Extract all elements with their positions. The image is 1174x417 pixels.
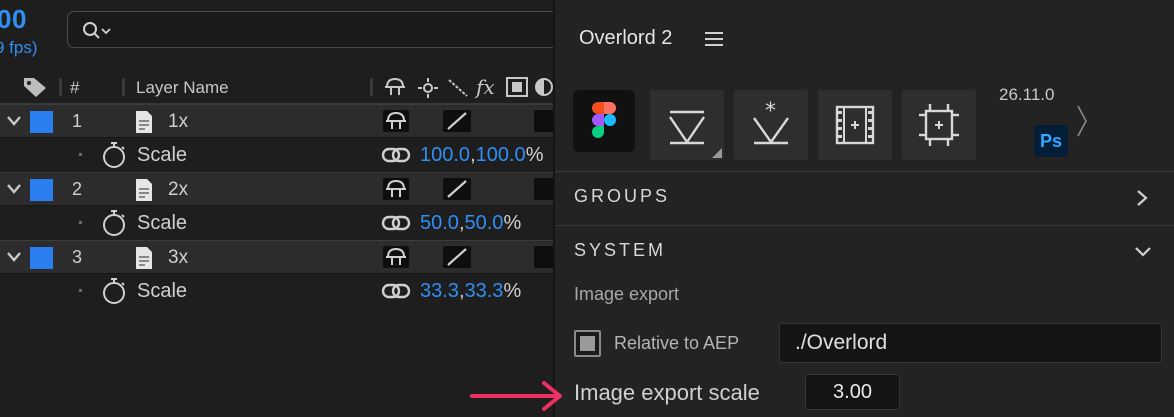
groups-section-header[interactable]: GROUPS	[574, 186, 670, 207]
hamburger-menu-icon[interactable]	[705, 31, 723, 47]
quality-slash-icon	[447, 248, 467, 266]
shy-switch[interactable]	[383, 110, 409, 132]
timeline-panel: 00 9 fps) # Layer Name	[0, 0, 553, 417]
overlord-panel: Overlord 2 * 26.11.0 Ps GROUPS SYSTEM Im…	[553, 0, 1174, 417]
system-section-header[interactable]: SYSTEM	[574, 240, 666, 261]
layer-row[interactable]: 1 1x	[0, 104, 553, 138]
property-row[interactable]: Scale 100.0,100.0%	[0, 138, 553, 172]
timeline-column-header: # Layer Name fx	[0, 70, 553, 104]
shy-switch[interactable]	[383, 178, 409, 200]
annotation-arrow-icon	[470, 381, 562, 411]
chevron-down-icon[interactable]	[6, 251, 22, 263]
relative-to-aep-label: Relative to AEP	[614, 333, 740, 353]
scale-value[interactable]: 33.3,33.3%	[420, 280, 521, 303]
spark-tool-icon: *	[753, 99, 789, 145]
layer-number: 1	[72, 111, 83, 131]
constrain-link-icon[interactable]	[381, 283, 411, 299]
property-name: Scale	[137, 280, 188, 302]
quality-switch[interactable]	[443, 110, 471, 132]
effects-fx-icon[interactable]: fx	[476, 75, 495, 99]
image-export-scale-label: Image export scale	[574, 380, 760, 405]
version-label: 26.11.0	[999, 85, 1055, 104]
relative-to-aep-checkbox[interactable]	[574, 330, 601, 357]
quality-switch[interactable]	[443, 246, 471, 268]
quality-switch[interactable]	[443, 178, 471, 200]
panel-title: Overlord 2	[579, 27, 673, 49]
property-row[interactable]: Scale 33.3,33.3%	[0, 274, 553, 308]
adjustment-layer-icon[interactable]	[533, 77, 553, 97]
shy-switch-icon[interactable]	[384, 77, 406, 97]
shy-switch[interactable]	[383, 246, 409, 268]
film-frame-icon	[835, 105, 875, 145]
chevron-down-icon[interactable]	[6, 115, 22, 127]
constrain-link-icon[interactable]	[381, 215, 411, 231]
chevron-down-icon[interactable]	[1133, 245, 1153, 259]
layer-row[interactable]: 3 3x	[0, 240, 553, 274]
artboard-button[interactable]	[902, 90, 976, 160]
layer-search-input[interactable]	[67, 11, 553, 48]
triangle-tool-icon	[669, 110, 722, 158]
shy-switch-icon	[386, 247, 406, 265]
layer-label-color[interactable]	[30, 179, 53, 201]
scale-value[interactable]: 50.0,50.0%	[420, 212, 521, 235]
column-layer-name[interactable]: Layer Name	[136, 78, 229, 98]
artboard-icon	[919, 104, 959, 146]
column-hash: #	[70, 78, 80, 97]
chevron-right-icon[interactable]	[1135, 188, 1149, 208]
image-export-heading: Image export	[574, 284, 680, 304]
effects-switch[interactable]	[534, 178, 553, 200]
spark-tool-button[interactable]: *	[734, 90, 808, 160]
image-file-icon	[136, 111, 152, 133]
chevron-right-icon[interactable]	[1075, 104, 1089, 138]
layer-name[interactable]: 3x	[168, 247, 188, 269]
photoshop-badge[interactable]: Ps	[1034, 125, 1068, 157]
constrain-link-icon[interactable]	[381, 147, 411, 163]
shy-switch-icon	[386, 111, 406, 129]
property-row[interactable]: Scale 50.0,50.0%	[0, 206, 553, 240]
figma-button[interactable]	[573, 90, 635, 152]
stopwatch-icon[interactable]	[101, 209, 127, 237]
chevron-down-icon[interactable]	[6, 183, 22, 195]
layer-row[interactable]: 2 2x	[0, 172, 553, 206]
quality-slash-icon[interactable]	[447, 78, 469, 98]
layer-label-color[interactable]	[30, 247, 53, 269]
export-path-input[interactable]: ./Overlord	[779, 323, 1162, 363]
stopwatch-icon[interactable]	[101, 277, 127, 305]
layer-number: 2	[72, 179, 83, 199]
image-export-scale-input[interactable]: 3.00	[805, 374, 900, 410]
svg-text:*: *	[765, 99, 776, 124]
stopwatch-icon[interactable]	[101, 141, 127, 169]
timecode[interactable]: 00	[0, 4, 27, 35]
frame-rate-label: 9 fps)	[0, 38, 38, 57]
image-file-icon	[136, 179, 152, 201]
motion-blur-film-icon[interactable]	[506, 77, 528, 97]
image-file-icon	[136, 247, 152, 269]
effects-switch[interactable]	[534, 110, 553, 132]
search-icon	[83, 22, 111, 39]
layer-label-color[interactable]	[30, 111, 53, 133]
quality-slash-icon	[447, 180, 467, 198]
property-name: Scale	[137, 144, 188, 166]
collapse-sun-icon[interactable]	[418, 78, 438, 98]
film-frame-button[interactable]	[818, 90, 892, 160]
triangle-tool-button[interactable]	[650, 90, 724, 160]
layer-name[interactable]: 1x	[168, 111, 188, 133]
effects-switch[interactable]	[534, 246, 553, 268]
shy-switch-icon	[386, 179, 406, 197]
property-name: Scale	[137, 212, 188, 234]
quality-slash-icon	[447, 112, 467, 130]
figma-icon	[592, 102, 616, 138]
layer-name[interactable]: 2x	[168, 179, 188, 201]
label-tag-icon[interactable]	[22, 76, 48, 98]
scale-value[interactable]: 100.0,100.0%	[420, 144, 543, 167]
layer-number: 3	[72, 247, 83, 267]
